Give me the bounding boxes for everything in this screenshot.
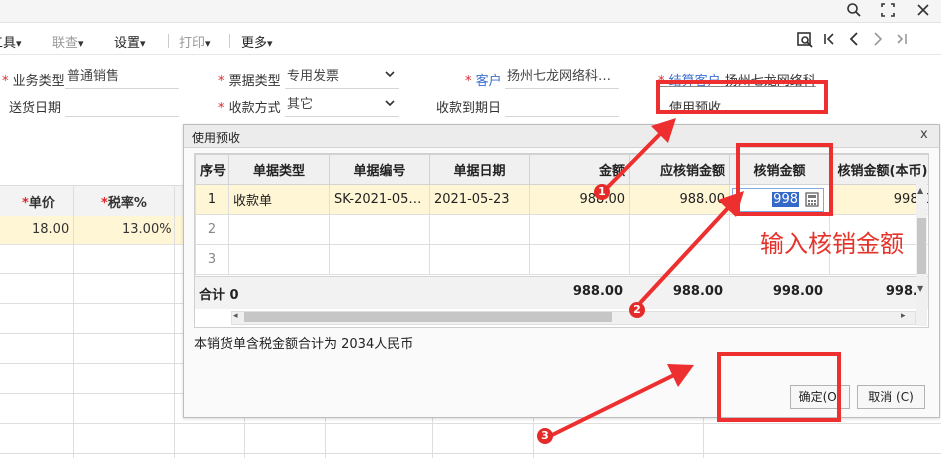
step-badge-3: 3	[537, 428, 553, 444]
step-badge-2: 2	[629, 302, 645, 318]
step-badge-1: 1	[594, 184, 610, 200]
annotation-hint: 输入核销金额	[760, 230, 904, 258]
